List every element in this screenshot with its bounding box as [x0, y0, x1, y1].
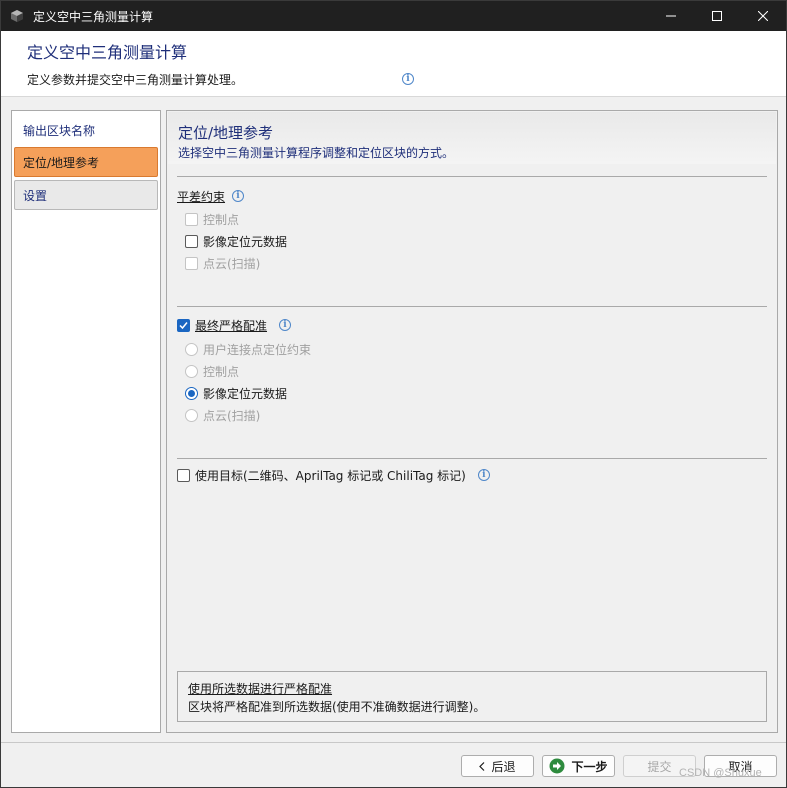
checkbox[interactable]	[185, 256, 198, 270]
constraint-image-metadata[interactable]: 影像定位元数据	[185, 233, 287, 249]
section-header: 定位/地理参考 选择空中三角测量计算程序调整和定位区块的方式。	[168, 112, 776, 164]
window-controls	[648, 1, 786, 31]
dialog-window: 定义空中三角测量计算 定义空中三角测量计算 定义参数并提交空中三角测量计算处理。…	[0, 0, 787, 788]
next-button-label: 下一步	[571, 759, 608, 774]
nav-item-label: 设置	[23, 188, 48, 203]
chevron-left-icon	[479, 761, 485, 771]
checkbox[interactable]	[177, 318, 190, 332]
app-icon	[9, 8, 25, 24]
checkbox[interactable]	[185, 234, 198, 248]
checkbox-label: 最终严格配准	[195, 318, 268, 333]
submit-button-label: 提交	[647, 759, 672, 774]
minimize-button[interactable]	[648, 1, 694, 31]
constraint-point-cloud[interactable]: 点云(扫描)	[185, 255, 260, 271]
checkbox-label: 点云(扫描)	[203, 256, 261, 271]
wizard-nav: 输出区块名称 定位/地理参考 设置	[11, 110, 161, 733]
close-icon	[758, 11, 768, 21]
info-icon[interactable]: i	[279, 319, 292, 331]
title-bar[interactable]: 定义空中三角测量计算	[1, 1, 786, 31]
info-icon[interactable]: i	[477, 469, 490, 481]
final-registration-toggle[interactable]: 最终严格配准 i	[177, 317, 292, 333]
minimize-icon	[666, 15, 676, 17]
watermark: CSDN @Shuxue	[679, 767, 762, 779]
nav-item-positioning-georeference[interactable]: 定位/地理参考	[14, 147, 158, 177]
hint-description: 区块将严格配准到所选数据(使用不准确数据进行调整)。	[188, 700, 486, 714]
radio-button[interactable]	[185, 408, 198, 422]
back-button-label: 后退	[491, 759, 516, 774]
checkbox[interactable]	[177, 468, 190, 482]
maximize-icon	[712, 11, 722, 21]
arrow-right-circle-icon	[549, 758, 565, 774]
section-title: 定位/地理参考	[178, 124, 274, 142]
back-button[interactable]: 后退	[461, 755, 534, 777]
close-button[interactable]	[740, 1, 786, 31]
hint-box: 使用所选数据进行严格配准 区块将严格配准到所选数据(使用不准确数据进行调整)。	[177, 671, 767, 722]
info-icon[interactable]: i	[402, 73, 414, 85]
radio-button[interactable]	[185, 386, 198, 400]
registration-user-tiepoints[interactable]: 用户连接点定位约束	[185, 341, 311, 357]
divider	[177, 176, 767, 177]
radio-label: 用户连接点定位约束	[203, 342, 312, 357]
checkbox-label: 影像定位元数据	[203, 234, 288, 249]
constraint-control-points[interactable]: 控制点	[185, 211, 239, 227]
registration-control-points[interactable]: 控制点	[185, 363, 239, 379]
divider	[177, 458, 767, 459]
main-panel: 定位/地理参考 选择空中三角测量计算程序调整和定位区块的方式。 平差约束 i 控…	[166, 110, 778, 733]
nav-item-output-block-name[interactable]: 输出区块名称	[14, 115, 158, 145]
window-title: 定义空中三角测量计算	[33, 9, 154, 24]
nav-item-settings[interactable]: 设置	[14, 180, 158, 210]
next-button[interactable]: 下一步	[542, 755, 615, 777]
checkbox[interactable]	[185, 212, 198, 226]
section-description: 选择空中三角测量计算程序调整和定位区块的方式。	[178, 146, 455, 160]
checkbox-label: 使用目标(二维码、AprilTag 标记或 ChiliTag 标记)	[195, 468, 466, 483]
divider	[177, 306, 767, 307]
radio-label: 点云(扫描)	[203, 408, 261, 423]
footer-divider	[1, 742, 786, 743]
dialog-header: 定义空中三角测量计算 定义参数并提交空中三角测量计算处理。 i	[1, 31, 786, 97]
radio-label: 影像定位元数据	[203, 386, 288, 401]
use-targets-toggle[interactable]: 使用目标(二维码、AprilTag 标记或 ChiliTag 标记) i	[177, 467, 490, 483]
adjustment-constraints-label: 平差约束	[177, 190, 226, 204]
nav-item-label: 定位/地理参考	[23, 155, 100, 170]
radio-label: 控制点	[203, 364, 240, 379]
radio-button[interactable]	[185, 342, 198, 356]
check-icon	[179, 321, 188, 329]
checkbox-label: 控制点	[203, 212, 240, 227]
registration-image-metadata[interactable]: 影像定位元数据	[185, 385, 287, 401]
hint-title: 使用所选数据进行严格配准	[188, 682, 333, 696]
maximize-button[interactable]	[694, 1, 740, 31]
page-title: 定义空中三角测量计算	[27, 43, 188, 62]
nav-item-label: 输出区块名称	[23, 123, 96, 138]
info-icon[interactable]: i	[232, 190, 244, 202]
radio-button[interactable]	[185, 364, 198, 378]
registration-point-cloud[interactable]: 点云(扫描)	[185, 407, 260, 423]
page-description: 定义参数并提交空中三角测量计算处理。	[27, 73, 244, 87]
